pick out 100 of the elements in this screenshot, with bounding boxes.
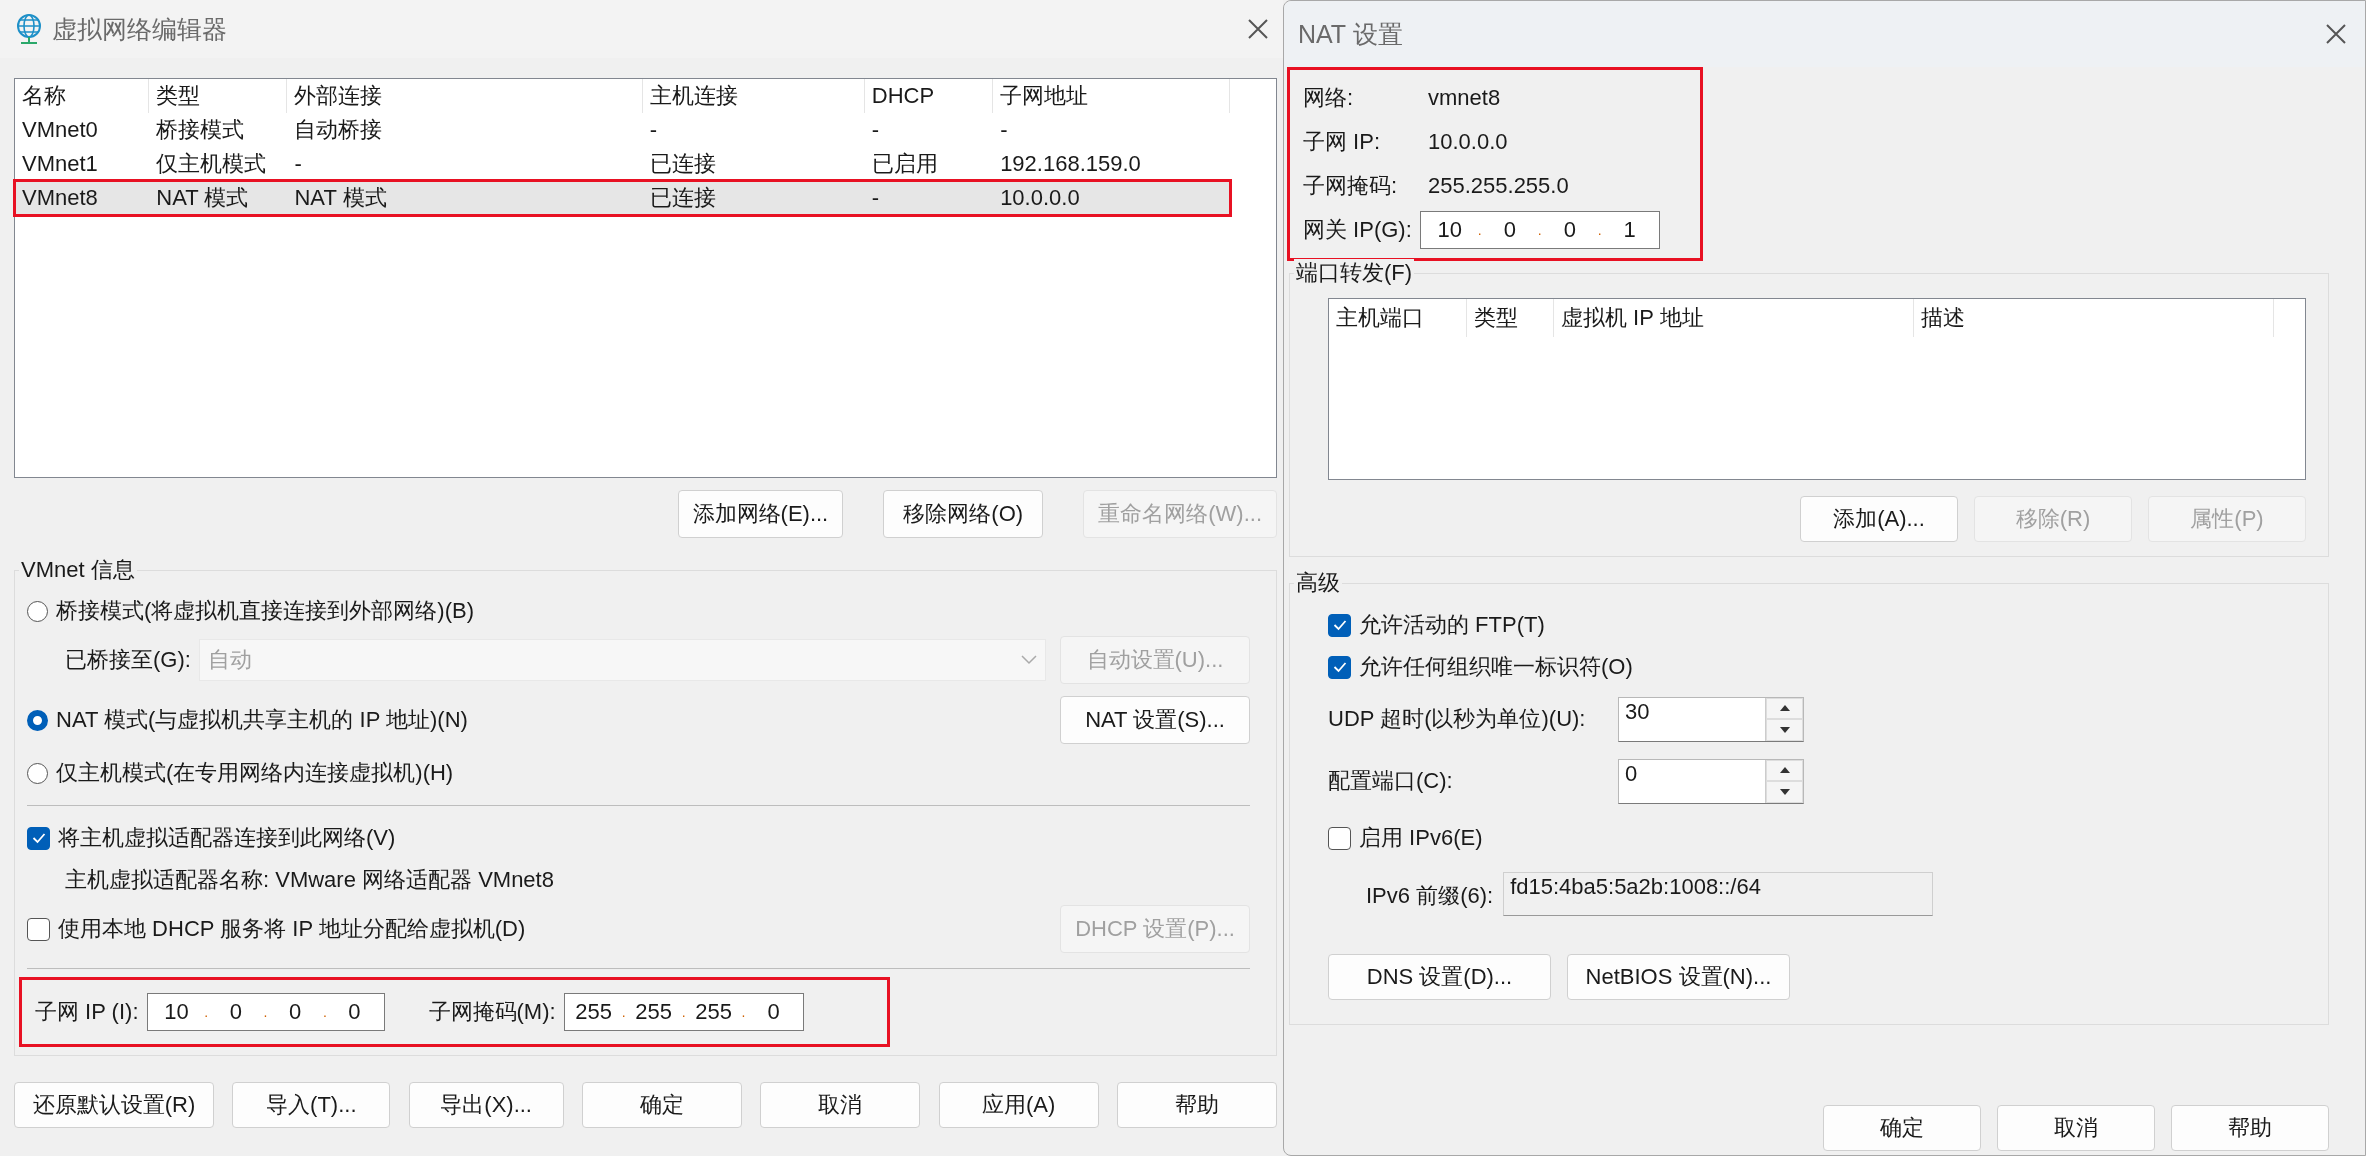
subnet-mask-field[interactable]: 255 . 255 . 255 . 0 — [563, 993, 804, 1031]
dot-separator: . — [263, 1002, 268, 1022]
ip-octet: 255 — [574, 997, 613, 1026]
network-row[interactable]: VMnet8 NAT 模式 NAT 模式 已连接 - 10.0.0.0 — [15, 181, 1230, 215]
up-arrow-icon — [1779, 705, 1790, 712]
number-spinner[interactable]: 30 — [1618, 696, 1804, 742]
column-header[interactable]: 类型 — [149, 79, 288, 113]
field-value: vmnet8 — [1428, 83, 1501, 112]
column-header[interactable]: 主机端口 — [1329, 299, 1467, 337]
radio-button[interactable] — [27, 762, 48, 784]
table-cell-text: VMnet8 — [21, 183, 99, 212]
radio-label: NAT 模式(与虚拟机共享主机的 IP 地址)(N) — [56, 705, 468, 734]
table-cell-text: 10.0.0.0 — [999, 183, 1081, 212]
network-row[interactable]: VMnet1 仅主机模式 - 已连接 已启用 192.168.159.0 — [15, 147, 1230, 181]
checkbox-label: 允许活动的 FTP(T) — [1359, 610, 1545, 639]
ip-octet: 255 — [694, 997, 733, 1026]
dot-separator: . — [741, 1002, 746, 1022]
field-label: 子网掩码: — [1303, 171, 1399, 200]
dot-separator: . — [681, 1002, 686, 1022]
table-cell-text: 192.168.159.0 — [999, 149, 1142, 178]
table-cell-text: 自动桥接 — [293, 115, 384, 144]
table-cell-text: 仅主机模式 — [155, 149, 268, 178]
table-cell-text: - — [999, 115, 1009, 144]
ip-octet: 0 — [347, 997, 362, 1026]
button[interactable]: 添加网络(E)... — [677, 490, 844, 538]
checkbox[interactable] — [27, 917, 50, 941]
column-header[interactable]: 名称 — [15, 79, 150, 113]
dot-separator: . — [621, 1002, 626, 1022]
checkbox[interactable] — [1328, 655, 1351, 679]
table-cell-text: VMnet1 — [21, 149, 99, 178]
field-label: IPv6 前缀(6): — [1366, 882, 1494, 910]
up-arrow-icon — [1779, 767, 1790, 774]
table-cell-text: 已连接 — [648, 183, 717, 212]
ipv6-prefix-field[interactable]: fd15:4ba5:5a2b:1008::/64 — [1503, 872, 1934, 916]
number-spinner[interactable]: 0 — [1618, 758, 1804, 804]
button[interactable]: 导出(X)... — [408, 1082, 564, 1128]
table-cell-text: - — [870, 115, 881, 144]
field-value: 255.255.255.0 — [1428, 171, 1569, 200]
radio-label: 仅主机模式(在专用网络内连接虚拟机)(H) — [56, 758, 454, 787]
column-header[interactable]: 子网地址 — [993, 79, 1230, 113]
radio-button[interactable] — [27, 600, 48, 622]
button[interactable]: 取消 — [1997, 1105, 2155, 1151]
column-header[interactable]: 类型 — [1467, 299, 1554, 337]
field-label: UDP 超时(以秒为单位)(U): — [1328, 704, 1587, 733]
field-label: 已桥接至(G): — [65, 645, 191, 674]
button[interactable]: 帮助 — [2171, 1105, 2329, 1151]
field-value: 10.0.0.0 — [1428, 127, 1508, 156]
checkbox[interactable] — [27, 826, 50, 850]
column-header[interactable]: DHCP — [864, 79, 994, 113]
column-header[interactable]: 外部连接 — [287, 79, 643, 113]
column-header[interactable]: 虚拟机 IP 地址 — [1554, 299, 1914, 337]
button[interactable]: 移除网络(O) — [883, 490, 1044, 538]
close-icon[interactable] — [1247, 18, 1269, 40]
radio-button[interactable] — [27, 709, 48, 731]
dot-separator: . — [1477, 220, 1482, 240]
dialog-title: NAT 设置 — [1298, 18, 1403, 50]
check-icon — [1332, 619, 1347, 631]
ip-address-field[interactable]: 10 . 0 . 0 . 0 — [146, 993, 385, 1031]
dot-separator: . — [204, 1002, 209, 1022]
dot-separator: . — [1597, 220, 1602, 240]
network-row[interactable]: VMnet0 桥接模式 自动桥接 - - - — [15, 113, 1230, 147]
gateway-ip-field[interactable]: 10 . 0 . 0 . 1 — [1419, 211, 1660, 249]
checkbox-label: 允许任何组织唯一标识符(O) — [1359, 652, 1633, 681]
ip-octet: 10 — [1436, 215, 1463, 244]
checkbox-label: 将主机虚拟适配器连接到此网络(V) — [58, 823, 396, 852]
table-cell-text: VMnet0 — [21, 115, 99, 144]
button[interactable]: 导入(T)... — [232, 1082, 391, 1128]
field-label: 子网 IP: — [1303, 127, 1381, 156]
table-cell-text: 已连接 — [648, 149, 717, 178]
close-icon[interactable] — [2325, 23, 2347, 45]
adapter-name-text: 主机虚拟适配器名称: VMware 网络适配器 VMnet8 — [64, 865, 554, 894]
button[interactable]: DNS 设置(D)... — [1328, 954, 1551, 1000]
table-cell-text: 已启用 — [870, 149, 939, 178]
table-cell-text: - — [648, 115, 659, 144]
button[interactable]: 还原默认设置(R) — [14, 1082, 214, 1128]
button[interactable]: 应用(A) — [938, 1082, 1099, 1128]
window-title: 虚拟网络编辑器 — [52, 13, 228, 45]
column-header[interactable]: 主机连接 — [642, 79, 865, 113]
button[interactable]: 添加(A)... — [1800, 496, 1958, 542]
ip-octet: 0 — [1502, 215, 1517, 244]
button[interactable]: NAT 设置(S)... — [1060, 696, 1250, 744]
button[interactable]: 取消 — [760, 1082, 921, 1128]
button[interactable]: 帮助 — [1116, 1082, 1277, 1128]
chevron-down-icon — [1021, 655, 1037, 665]
globe-icon — [14, 13, 44, 45]
button[interactable]: NetBIOS 设置(N)... — [1567, 954, 1790, 1000]
radio-label: 桥接模式(将虚拟机直接连接到外部网络)(B) — [56, 596, 474, 625]
table-cell-text: NAT 模式 — [155, 183, 250, 212]
field-label: 配置端口(C): — [1328, 766, 1454, 795]
field-label: 网络: — [1303, 83, 1355, 112]
ip-octet: 255 — [634, 997, 673, 1026]
table-cell-text: - — [870, 183, 881, 212]
button[interactable]: 确定 — [1823, 1105, 1981, 1151]
checkbox[interactable] — [1328, 826, 1351, 850]
field-label: 网关 IP(G): — [1303, 215, 1412, 244]
column-header[interactable]: 描述 — [1914, 299, 2274, 337]
ip-octet: 1 — [1622, 215, 1637, 244]
button[interactable]: 确定 — [582, 1082, 742, 1128]
checkbox[interactable] — [1328, 613, 1351, 637]
ip-octet: 0 — [228, 997, 243, 1026]
